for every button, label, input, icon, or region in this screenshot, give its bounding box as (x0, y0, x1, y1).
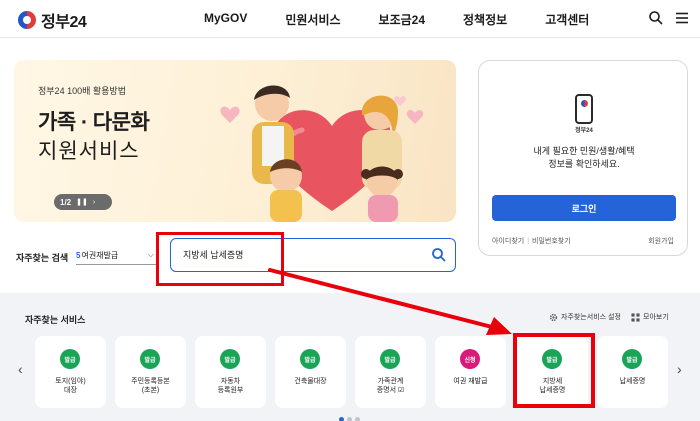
service-card-label: 토지(임야) 대장 (37, 377, 104, 395)
service-card-resident-register[interactable]: 발급 주민등록등본 (초본) (115, 336, 186, 408)
nav-civil-service[interactable]: 민원서비스 (285, 11, 340, 28)
signup-link[interactable]: 회원가입 (648, 236, 674, 246)
frequent-search-label: 자주찾는 검색 (16, 253, 69, 263)
issue-badge: 발급 (220, 349, 240, 369)
service-card-label: 가족관계증명서 ☑ (357, 377, 424, 395)
label-line1: 자동차 (220, 378, 241, 385)
label-line2: (초본) (141, 387, 160, 394)
search-icon[interactable] (648, 10, 664, 26)
service-card-label: 자동차등록원부 (197, 377, 264, 395)
banner-kicker: 정부24 100배 활용방법 (38, 86, 126, 96)
issue-badge: 발급 (60, 349, 80, 369)
services-setting-label: 자주찾는서비스 설정 (561, 314, 621, 321)
account-links: 아이디찾기 | 비밀번호찾기 (492, 236, 571, 246)
carousel-prev-icon[interactable]: ‹ (18, 361, 23, 377)
top-header: 정부24 MyGOV 민원서비스 보조금24 정책정보 고객센터 (0, 0, 700, 38)
service-card-land-register[interactable]: 발급 토지(임야) 대장 (35, 336, 106, 408)
service-card-tax-certificate[interactable]: 발급 납세증명 (597, 336, 668, 408)
select-rank: 5 (76, 251, 81, 260)
service-card-label: 납세증명 (599, 377, 666, 386)
select-value: 여권재발급 (81, 251, 119, 260)
taegeuk-logo-icon (18, 11, 36, 29)
nav-policy[interactable]: 정책정보 (463, 11, 507, 28)
service-card-family-certificate[interactable]: 발급 가족관계증명서 ☑ (355, 336, 426, 408)
label-line2: 대장 (64, 387, 77, 394)
service-card-building-register[interactable]: 발급 건축물대장 (275, 336, 346, 408)
login-message: 내게 필요한 민원/생활/혜택 정보를 확인하세요. (479, 145, 689, 171)
label-line1: 주민등록등본 (131, 378, 170, 385)
main-nav: MyGOV 민원서비스 보조금24 정책정보 고객센터 (204, 11, 627, 28)
login-card: 정부24 내게 필요한 민원/생활/혜택 정보를 확인하세요. 로그인 아이디찾… (478, 60, 688, 256)
carousel-dot[interactable] (347, 417, 352, 421)
services-viewall-label: 모아보기 (643, 314, 669, 321)
promo-banner[interactable]: 정부24 100배 활용방법 가족 · 다문화 지원서비스 1/2 ❚❚ › (14, 60, 456, 222)
carousel-next-icon[interactable]: › (677, 361, 682, 377)
service-card-label: 여권 재발급 (437, 377, 504, 386)
issue-badge: 발급 (300, 349, 320, 369)
service-card-vehicle-register[interactable]: 발급 자동차등록원부 (195, 336, 266, 408)
site-logo[interactable]: 정부24 (18, 8, 87, 32)
login-message-line2: 정보를 확인하세요. (548, 159, 620, 169)
label-line1: 여권 재발급 (453, 378, 488, 385)
label-line2: 증명서 ☑ (376, 387, 405, 394)
banner-pager: 1/2 ❚❚ › (54, 194, 112, 210)
family-illustration (220, 85, 424, 222)
find-password-link[interactable]: 비밀번호찾기 (532, 238, 571, 245)
frequent-services-section: 자주찾는 서비스 자주찾는서비스 설정 모아보기 ‹ › 발급 토지(임야) 대장… (0, 293, 700, 421)
apply-badge: 신청 (460, 349, 480, 369)
issue-badge: 발급 (140, 349, 160, 369)
label-line1: 가족관계 (377, 378, 404, 385)
banner-title-line1: 가족 · 다문화 (38, 111, 150, 134)
phone-label: 정부24 (575, 128, 593, 134)
label-line1: 납세증명 (619, 378, 646, 385)
nav-customer-center[interactable]: 고객센터 (545, 11, 589, 28)
divider: | (527, 238, 530, 245)
login-message-line1: 내게 필요한 민원/생활/혜택 (533, 146, 635, 156)
nav-mygov[interactable]: MyGOV (204, 11, 247, 28)
annotation-highlight-card (513, 333, 595, 408)
label-line1: 건축물대장 (294, 378, 327, 385)
services-viewall-button[interactable]: 모아보기 (631, 312, 669, 322)
next-icon[interactable]: › (93, 199, 95, 206)
carousel-dot[interactable] (355, 417, 360, 421)
annotation-highlight-search (156, 232, 284, 286)
issue-badge: 발급 (380, 349, 400, 369)
label-line2: 등록원부 (217, 387, 244, 394)
issue-badge: 발급 (622, 349, 642, 369)
nav-subsidy[interactable]: 보조금24 (379, 11, 425, 28)
pause-icon[interactable]: ❚❚ (76, 198, 88, 206)
service-card-label: 주민등록등본 (초본) (117, 377, 184, 395)
menu-icon[interactable] (674, 10, 690, 26)
login-button[interactable]: 로그인 (492, 195, 676, 221)
services-setting-button[interactable]: 자주찾는서비스 설정 (549, 312, 621, 322)
chevron-down-icon: ⌵ (147, 250, 154, 259)
gear-icon (549, 313, 558, 321)
label-line1: 토지(임야) (55, 378, 86, 385)
carousel-dot-active[interactable] (339, 417, 344, 421)
carousel-dots (339, 417, 360, 421)
logo-text: 정부24 (41, 14, 87, 31)
service-card-passport-reissue[interactable]: 신청 여권 재발급 (435, 336, 506, 408)
search-submit-icon[interactable] (431, 247, 447, 263)
service-card-label: 건축물대장 (277, 377, 344, 386)
services-title: 자주찾는 서비스 (25, 315, 86, 325)
banner-title-line2: 지원서비스 (38, 140, 140, 163)
find-id-link[interactable]: 아이디찾기 (492, 238, 524, 245)
grid-icon (631, 312, 640, 322)
mobile-phone-icon (575, 94, 593, 124)
pager-count: 1/2 (60, 197, 72, 207)
frequent-search-select[interactable]: 5 여권재발급 ⌵ (76, 247, 156, 265)
